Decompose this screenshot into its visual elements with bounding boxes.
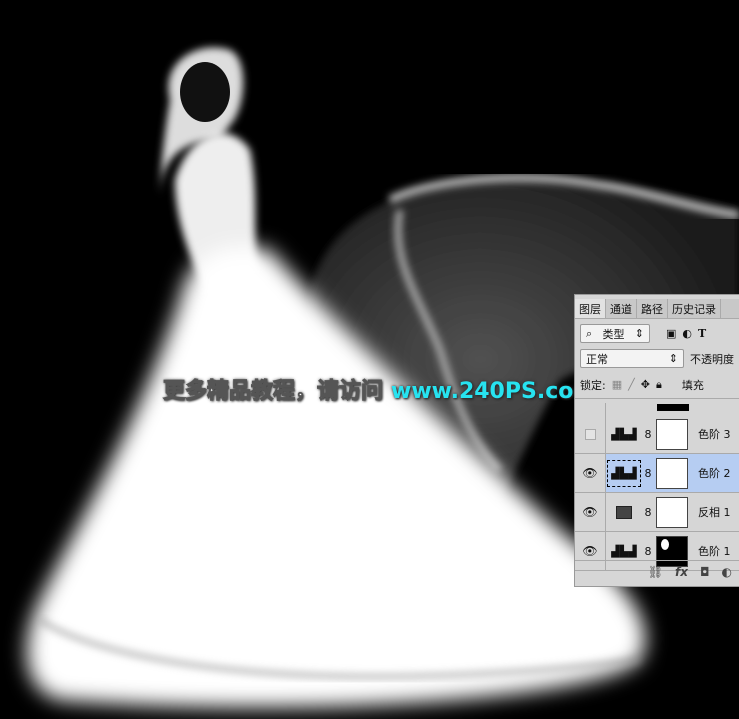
layers-panel: 图层 通道 路径 历史记录 ⌕ 类型 ⇕ ▣ ◐ T 正常 ⇕ 不透明度 锁定: ▦ … — [574, 294, 739, 587]
tab-history[interactable]: 历史记录 — [668, 299, 721, 318]
type-filter-icon[interactable]: T — [698, 327, 706, 340]
link-chain-icon[interactable]: 8 — [642, 467, 654, 480]
layer-mask-thumbnail[interactable] — [656, 457, 688, 489]
link-chain-icon[interactable]: 8 — [642, 506, 654, 519]
blend-mode-value: 正常 — [586, 352, 608, 366]
fill-label: 填充 — [681, 378, 704, 392]
layer-thumbnail-partial — [657, 404, 689, 411]
lock-move-icon[interactable]: ✥ — [641, 378, 650, 391]
levels-icon: ▟▙▟ — [611, 544, 637, 558]
opacity-label: 不透明度 — [690, 352, 734, 366]
layer-row[interactable]: 👁︎ 8 反相 1 — [575, 493, 739, 532]
panel-tabs: 图层 通道 路径 历史记录 — [575, 299, 739, 319]
eye-icon[interactable]: 👁︎ — [575, 454, 606, 492]
watermark-url: www.240PS.com — [391, 379, 597, 404]
lock-label: 锁定: — [580, 378, 606, 392]
image-filter-icon[interactable]: ▣ — [666, 327, 676, 340]
eye-icon[interactable]: 👁︎ — [575, 493, 606, 531]
link-chain-icon[interactable]: 8 — [642, 428, 654, 441]
link-icon[interactable]: ⛓ — [648, 565, 663, 579]
layer-name: 色阶 2 — [698, 467, 731, 480]
layer-name: 色阶 1 — [698, 545, 731, 558]
fx-icon[interactable]: fx — [675, 565, 688, 579]
layer-row[interactable]: ▟▙▟ 8 色阶 3 — [575, 415, 739, 454]
updown-icon: ⇕ — [634, 327, 644, 340]
updown-icon: ⇕ — [668, 352, 678, 365]
adjustment-icon[interactable]: ◐ — [722, 565, 732, 579]
link-chain-icon[interactable]: 8 — [642, 545, 654, 558]
tab-channels[interactable]: 通道 — [606, 299, 637, 318]
lock-paint-icon[interactable]: ╱ — [628, 378, 635, 391]
mask-icon[interactable]: ◘ — [700, 565, 710, 579]
layers-list: ▟▙▟ 8 色阶 3 👁︎ ▟▙▟ 8 色阶 2 👁︎ 8 反相 1 👁︎ ▟▙▟ 8… — [575, 403, 739, 571]
watermark: 更多精品教程，请访问 www.240PS.com — [162, 373, 597, 405]
layer-mask-thumbnail[interactable] — [656, 418, 688, 450]
adjustment-filter-icon[interactable]: ◐ — [682, 327, 692, 340]
filter-kind-select[interactable]: ⌕ 类型 ⇕ — [580, 324, 650, 343]
lock-transparent-icon[interactable]: ▦ — [612, 378, 622, 391]
invert-icon — [606, 505, 642, 519]
layer-mask-thumbnail[interactable] — [656, 496, 688, 528]
lock-all-icon[interactable]: 🔒︎ — [656, 378, 662, 392]
layer-row-selected[interactable]: 👁︎ ▟▙▟ 8 色阶 2 — [575, 454, 739, 493]
search-icon: ⌕ — [586, 326, 593, 340]
tab-paths[interactable]: 路径 — [637, 299, 668, 318]
watermark-text: 更多精品教程，请访问 — [162, 379, 384, 405]
panel-footer: ⛓ fx ◘ ◐ — [575, 560, 739, 582]
filter-kind-value: 类型 — [602, 327, 625, 341]
visibility-toggle-off[interactable] — [575, 415, 606, 453]
layer-name: 色阶 3 — [698, 428, 731, 441]
levels-icon: ▟▙▟ — [606, 459, 642, 487]
blend-mode-select[interactable]: 正常 ⇕ — [580, 349, 684, 368]
layer-name: 反相 1 — [698, 506, 731, 519]
tab-layers[interactable]: 图层 — [575, 299, 606, 318]
levels-icon: ▟▙▟ — [611, 427, 637, 441]
